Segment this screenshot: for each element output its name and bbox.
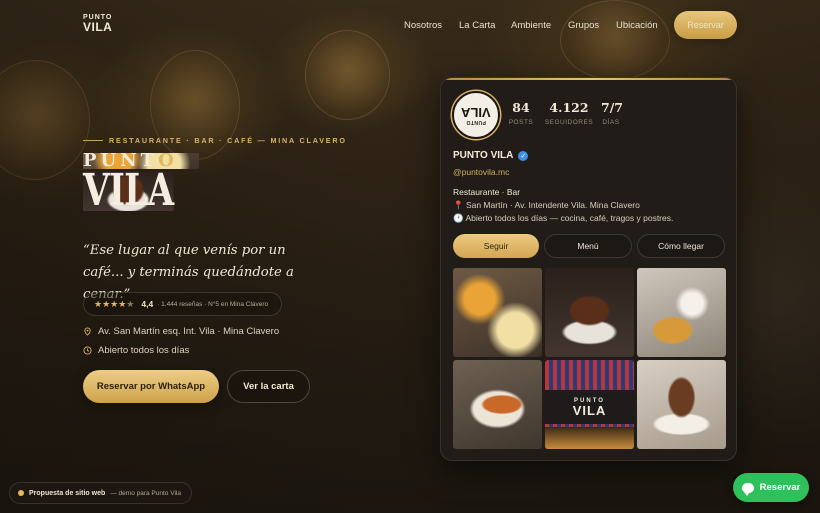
directions-button[interactable]: Cómo llegar <box>637 234 725 258</box>
profile-name: PUNTO VILA <box>453 150 514 161</box>
photo-tile[interactable] <box>453 268 542 357</box>
status-dot-icon <box>18 490 24 496</box>
bio-line: Restaurante · Bar <box>453 187 521 197</box>
rating-value: 4,4 <box>141 299 154 309</box>
avatar-logo-bottom: PUNTO <box>466 119 486 125</box>
hero-title: PUNTO VILA <box>83 152 199 217</box>
storefront-windows <box>545 427 634 449</box>
profile-avatar[interactable]: VILA PUNTO <box>452 91 500 139</box>
menu-button[interactable]: Menú <box>544 234 632 258</box>
stat-days: 7/7 DÍAS <box>601 100 623 126</box>
floating-reserve-label: Reservar <box>759 482 801 493</box>
instagram-profile-card: VILA PUNTO 84 POSTS 4.122 SEGUIDORES 7/7… <box>440 77 737 461</box>
reservar-button[interactable]: Reservar <box>674 11 737 39</box>
verified-badge-icon: ✓ <box>518 150 529 161</box>
clock-icon <box>83 346 92 355</box>
stat-posts: 84 POSTS <box>507 100 535 126</box>
nav-nosotros[interactable]: Nosotros <box>404 20 442 31</box>
proposal-badge: Propuesta de sitio web — demo para Punto… <box>9 482 192 504</box>
logo[interactable]: PUNTO VILA <box>83 14 113 34</box>
nav-la-carta[interactable]: La Carta <box>459 20 495 31</box>
photo-tile[interactable] <box>545 268 634 357</box>
photo-tile[interactable] <box>637 268 726 357</box>
bio-line: 📍 San Martín · Av. Intendente Vila. Mina… <box>453 200 640 210</box>
rating-stars: ★★★★★ <box>94 298 135 309</box>
kicker-text: RESTAURANTE · BAR · CAFÉ — MINA CLAVERO <box>109 136 347 145</box>
stat-posts-value: 84 <box>512 100 530 115</box>
stat-days-label: DÍAS <box>602 119 620 126</box>
avatar-logo-top: VILA <box>461 105 491 120</box>
proposal-subtitle: — demo para Punto Vila <box>110 489 181 497</box>
stat-followers-value: 4.122 <box>549 100 589 115</box>
view-menu-button[interactable]: Ver la carta <box>227 370 310 403</box>
stat-days-value: 7/7 <box>601 100 623 115</box>
rating-reviews: · 1.444 reseñas · N°5 en Mina Clavero <box>157 300 269 308</box>
chat-bubble-icon <box>741 482 754 496</box>
follow-button[interactable]: Seguir <box>453 234 539 258</box>
nav-grupos[interactable]: Grupos <box>568 20 599 31</box>
address-text: Av. San Martín esq. Int. Vila · Mina Cla… <box>98 326 280 337</box>
photo-tile[interactable] <box>453 360 542 449</box>
hero-title-bottom: VILA <box>83 165 174 217</box>
storefront-sign: PUNTO VILA <box>545 390 634 424</box>
stat-posts-label: POSTS <box>508 119 534 126</box>
floating-reserve-button[interactable]: Reservar <box>733 473 809 502</box>
nav-ambiente[interactable]: Ambiente <box>511 20 551 31</box>
kicker-line <box>83 140 103 141</box>
logo-bottom: VILA <box>83 20 113 34</box>
proposal-title: Propuesta de sitio web <box>29 489 106 497</box>
rating-badge: ★★★★★ 4,4 · 1.444 reseñas · N°5 en Mina … <box>83 292 282 316</box>
photo-tile[interactable] <box>637 360 726 449</box>
profile-name-row: PUNTO VILA ✓ <box>453 150 529 161</box>
kicker: RESTAURANTE · BAR · CAFÉ — MINA CLAVERO <box>83 136 347 145</box>
location-pin-icon <box>84 327 91 336</box>
photo-tile[interactable]: PUNTO VILA <box>545 360 634 449</box>
whatsapp-reserve-button[interactable]: Reservar por WhatsApp <box>83 370 219 403</box>
nav-ubicacion[interactable]: Ubicación <box>616 20 658 31</box>
profile-username[interactable]: @puntovila.mc <box>453 167 509 177</box>
hours-text: Abierto todos los días <box>98 345 190 356</box>
photo-grid: PUNTO VILA <box>453 268 726 449</box>
stat-followers: 4.122 SEGUIDORES <box>544 100 594 126</box>
stat-followers-label: SEGUIDORES <box>544 119 594 126</box>
address-row: Av. San Martín esq. Int. Vila · Mina Cla… <box>83 326 279 337</box>
bio-line: 🕐 Abierto todos los días — cocina, café,… <box>453 213 674 223</box>
hours-row: Abierto todos los días <box>83 345 189 356</box>
storefront-sign-bottom: VILA <box>572 402 607 418</box>
